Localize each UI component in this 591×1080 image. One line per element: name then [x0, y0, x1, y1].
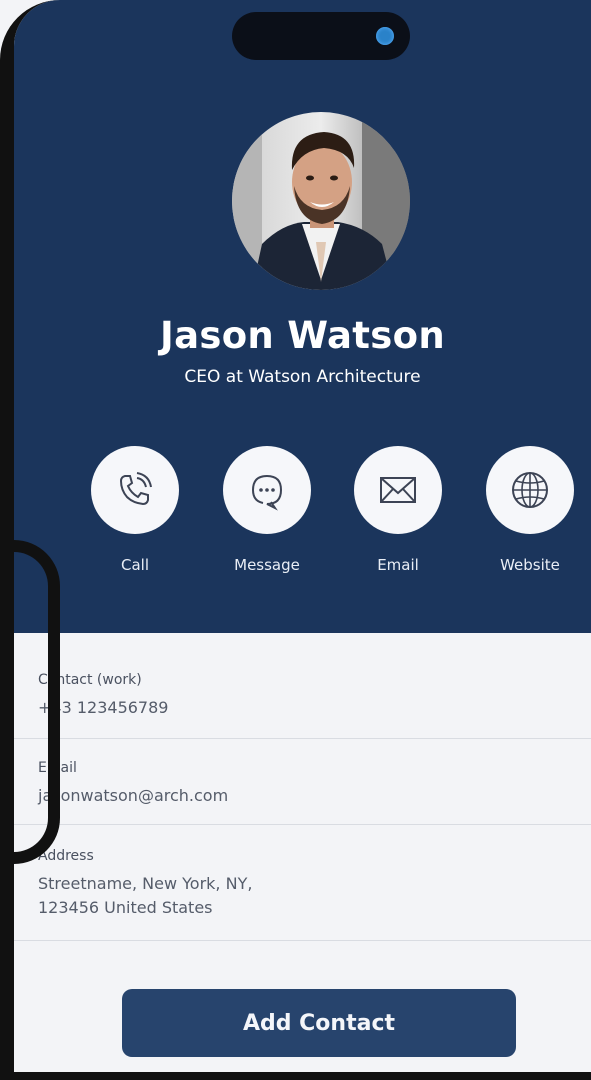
- background-phone-edge: [0, 540, 60, 864]
- email-circle[interactable]: [354, 446, 442, 534]
- message-label: Message: [234, 556, 300, 574]
- phone-frame: Jason Watson CEO at Watson Architecture …: [0, 0, 591, 1080]
- avatar-photo: [232, 112, 410, 290]
- message-circle[interactable]: [223, 446, 311, 534]
- profile-header: Jason Watson CEO at Watson Architecture …: [14, 0, 591, 633]
- message-icon: [251, 475, 283, 511]
- camera-dot: [376, 27, 394, 45]
- email-value: jasonwatson@arch.com: [38, 786, 229, 805]
- message-button[interactable]: Message: [212, 446, 322, 574]
- website-circle[interactable]: [486, 446, 574, 534]
- avatar: [232, 112, 410, 290]
- profile-name: Jason Watson: [160, 314, 445, 357]
- bottom-bezel: [0, 1072, 591, 1080]
- address-row[interactable]: Address Streetname, New York, NY, 123456…: [14, 824, 591, 941]
- contact-row[interactable]: Contact (work) +43 123456789: [14, 652, 591, 739]
- address-line-2: 123456 United States: [38, 898, 213, 917]
- website-button[interactable]: Website: [475, 446, 585, 574]
- email-label: Email: [377, 556, 419, 574]
- call-button[interactable]: Call: [80, 446, 190, 574]
- address-line-1: Streetname, New York, NY,: [38, 874, 253, 893]
- profile-title: CEO at Watson Architecture: [184, 367, 421, 387]
- website-label: Website: [500, 556, 560, 574]
- email-button[interactable]: Email: [343, 446, 453, 574]
- dynamic-island: [232, 12, 410, 60]
- phone-icon: [119, 472, 152, 506]
- call-circle[interactable]: [91, 446, 179, 534]
- add-contact-button[interactable]: Add Contact: [122, 989, 516, 1057]
- phone-screen: Jason Watson CEO at Watson Architecture …: [14, 0, 591, 1072]
- envelope-icon: [380, 477, 416, 503]
- call-label: Call: [120, 556, 149, 574]
- globe-icon: [512, 472, 548, 508]
- email-row[interactable]: Email jasonwatson@arch.com: [14, 738, 591, 825]
